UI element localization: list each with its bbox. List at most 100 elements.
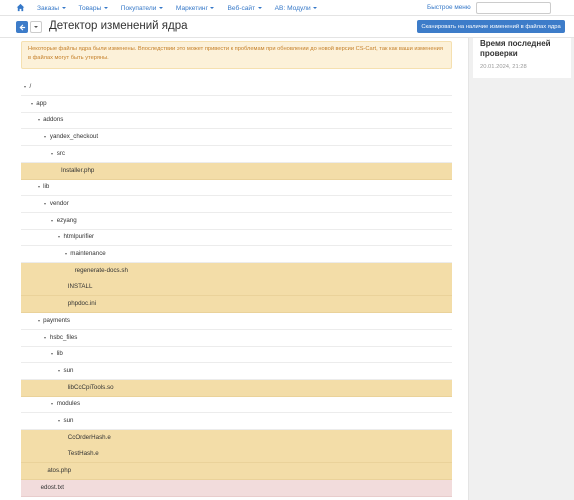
nav-item-label: Заказы — [37, 4, 60, 12]
home-icon[interactable] — [16, 3, 25, 12]
nav-item-label: Веб-сайт — [227, 4, 256, 12]
tree-item-label: Installer.php — [61, 166, 95, 174]
caret-down-icon[interactable] — [58, 369, 60, 372]
caret-down-icon[interactable] — [44, 336, 47, 339]
tree-item-label: app — [36, 99, 47, 107]
caret-down-icon[interactable] — [30, 102, 33, 105]
nav-item-label: AB: Модули — [274, 4, 311, 12]
tree-folder-row[interactable]: lib — [21, 346, 452, 364]
caret-down-icon[interactable] — [51, 353, 54, 356]
tree-item-label: atos.php — [47, 467, 72, 475]
caret-down-icon[interactable] — [58, 236, 60, 239]
scan-button[interactable]: Сканировать на наличие изменений в файла… — [417, 20, 565, 33]
tree-item-label: phpdoc.ini — [67, 300, 97, 308]
tree-folder-row[interactable]: src — [21, 146, 452, 163]
last-check-title: Время последней проверки — [480, 39, 551, 58]
tree-folder-row[interactable]: htmlpurifier — [21, 229, 452, 247]
main-nav: Заказы Товары Покупатели Маркетинг Веб-сайт A… — [37, 0, 330, 16]
tree-file-row[interactable]: CcOrderHash.e — [21, 429, 452, 447]
nav-item-5[interactable]: AB: Модули — [275, 5, 318, 12]
caret-down-icon[interactable] — [51, 152, 54, 155]
tree-item-label: modules — [56, 400, 81, 408]
tree-item-label: sun — [63, 417, 74, 424]
tree-folder-row[interactable]: sun — [21, 363, 452, 380]
nav-item-4[interactable]: Веб-сайт — [227, 4, 262, 12]
chevron-down-icon — [34, 26, 38, 28]
tree-folder-row[interactable]: vendor — [21, 196, 452, 213]
chevron-down-icon — [103, 7, 108, 9]
back-button[interactable] — [16, 21, 28, 33]
arrow-left-icon — [19, 23, 25, 31]
tree-item-label: addons — [43, 116, 64, 124]
tree-item-label: / — [29, 83, 32, 90]
tree-item-label: lib — [43, 183, 50, 191]
tree-item-label: src — [56, 149, 65, 157]
tree-item-label: CcOrderHash.e — [67, 433, 111, 441]
chevron-down-icon — [158, 7, 163, 9]
caret-down-icon[interactable] — [51, 219, 54, 222]
nav-item-1[interactable]: Товары — [79, 5, 108, 12]
chevron-down-icon — [210, 7, 215, 9]
tree-folder-row[interactable]: modules — [21, 396, 452, 414]
quick-menu-link[interactable]: Быстрое меню — [427, 4, 471, 11]
nav-item-label: Покупатели — [120, 4, 157, 12]
tree-item-label: maintenance — [70, 250, 106, 257]
nav-item-label: Маркетинг — [175, 4, 208, 12]
tree-item-label: payments — [43, 316, 70, 324]
tree-file-row[interactable]: edost.txt — [21, 479, 452, 497]
tree-folder-row[interactable]: maintenance — [21, 246, 452, 263]
tree-item-label: hsbc_files — [49, 333, 78, 341]
caret-down-icon[interactable] — [51, 403, 54, 406]
tree-item-label: edost.txt — [40, 483, 64, 491]
caret-down-icon[interactable] — [37, 186, 40, 189]
tree-folder-row[interactable]: payments — [21, 313, 452, 330]
nav-item-3[interactable]: Маркетинг — [176, 5, 215, 12]
tree-file-row[interactable]: libCcCpiTools.so — [21, 379, 452, 397]
chevron-down-icon — [257, 7, 262, 9]
chevron-down-icon — [61, 7, 66, 9]
tree-item-label: yandex_checkout — [49, 133, 99, 141]
tree-file-row[interactable]: TestHash.e — [21, 446, 452, 464]
tree-file-row[interactable]: atos.php — [21, 463, 452, 481]
tree-item-label: vendor — [49, 199, 69, 207]
chevron-down-icon — [313, 7, 318, 9]
tree-file-row[interactable]: Installer.php — [21, 162, 452, 180]
caret-down-icon[interactable] — [44, 136, 47, 139]
tree-item-label: sun — [63, 366, 74, 374]
tree-folder-row[interactable]: yandex_checkout — [21, 129, 452, 147]
tree-folder-row[interactable]: app — [21, 96, 452, 113]
nav-item-2[interactable]: Покупатели — [121, 5, 163, 12]
tree-folder-row[interactable]: lib — [21, 179, 452, 197]
caret-down-icon[interactable] — [64, 253, 67, 255]
tree-folder-row[interactable]: sun — [21, 413, 452, 430]
caret-down-icon[interactable] — [37, 319, 40, 322]
caret-down-icon[interactable] — [58, 420, 60, 422]
tree-item-label: regenerate-docs.sh — [74, 266, 128, 274]
caret-down-icon[interactable] — [37, 119, 40, 122]
nav-item-0[interactable]: Заказы — [37, 5, 66, 12]
tree-item-label: libCcCpiTools.so — [67, 383, 114, 391]
tree-item-label: htmlpurifier — [63, 233, 95, 241]
tree-folder-row[interactable]: / — [21, 79, 452, 96]
tree-item-label: TestHash.e — [67, 450, 99, 458]
top-navbar: Заказы Товары Покупатели Маркетинг Веб-сайт A… — [0, 0, 574, 16]
page-header: Детектор изменений ядра Сканировать на н… — [0, 16, 574, 38]
last-check-card: Время последней проверки 20.01.2024, 21:… — [473, 38, 571, 78]
caret-down-icon[interactable] — [24, 86, 26, 88]
tree-folder-row[interactable]: addons — [21, 112, 452, 130]
last-check-date: 20.01.2024, 21:28 — [480, 64, 527, 70]
warning-alert: Некоторые файлы ядра были изменены. Впос… — [21, 41, 452, 69]
sidebar: Время последней проверки 20.01.2024, 21:… — [468, 38, 574, 500]
tree-item-label: ezyang — [56, 216, 77, 224]
tree-file-row[interactable]: phpdoc.ini — [21, 296, 452, 314]
tree-folder-row[interactable]: ezyang — [21, 213, 452, 230]
tree-folder-row[interactable]: hsbc_files — [21, 330, 452, 347]
caret-down-icon[interactable] — [44, 202, 47, 205]
tree-item-label: INSTALL — [67, 283, 93, 291]
tree-file-row[interactable]: regenerate-docs.sh — [21, 262, 452, 280]
tree-item-label: lib — [56, 350, 63, 358]
nav-item-label: Товары — [78, 4, 102, 12]
tree-file-row[interactable]: INSTALL — [21, 279, 452, 297]
actions-dropdown-button[interactable] — [30, 21, 42, 33]
search-input[interactable] — [476, 2, 551, 14]
